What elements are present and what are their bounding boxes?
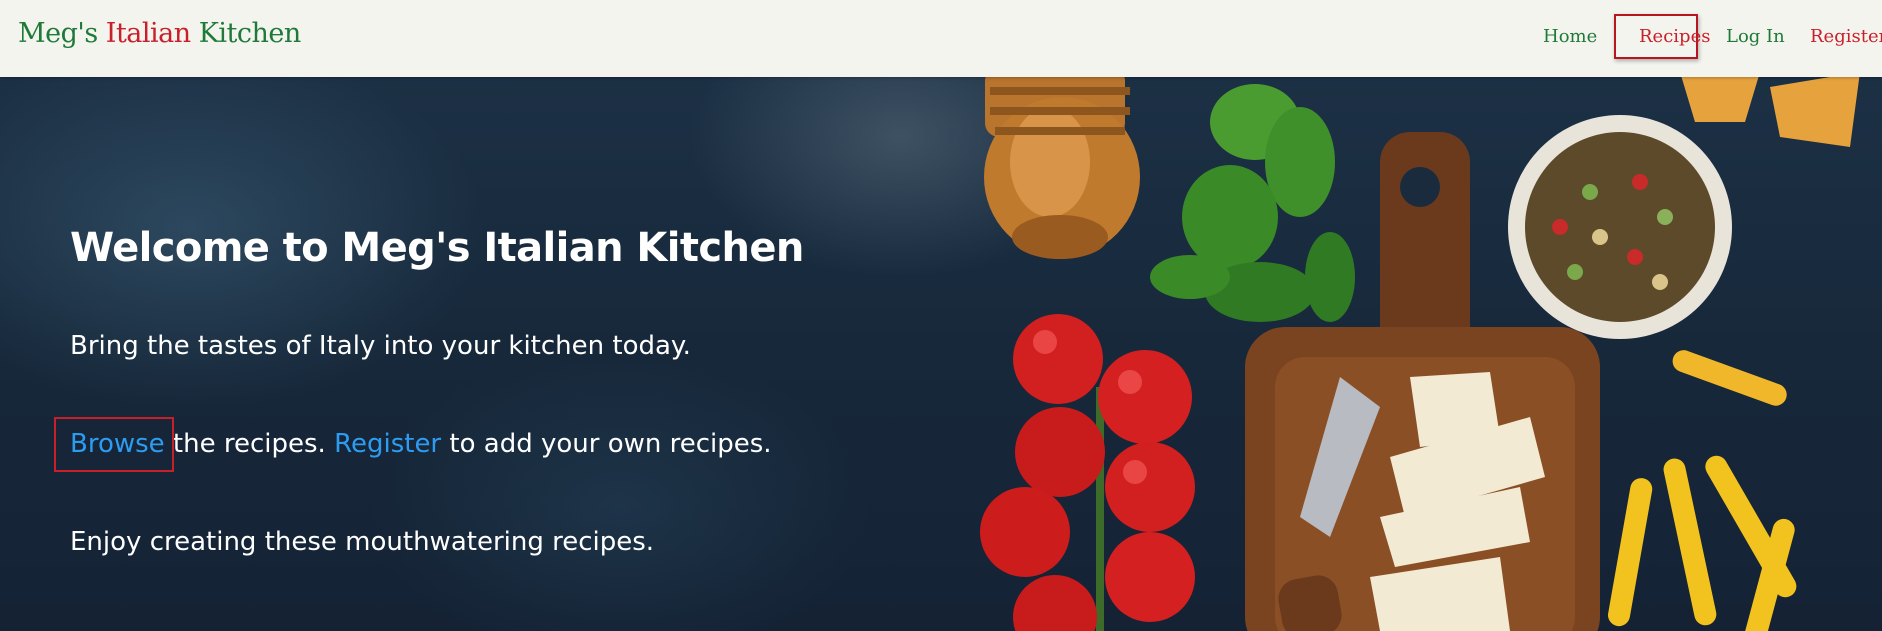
navbar: Meg's Italian Kitchen Home Recipes Log I…	[0, 0, 1882, 77]
brand-kitchen: Kitchen	[190, 18, 302, 49]
register-rest-text: to add your own recipes.	[441, 429, 772, 459]
brand-logo[interactable]: Meg's Italian Kitchen	[18, 18, 301, 49]
nav-register[interactable]: Register	[1810, 26, 1882, 47]
cherry-tomatoes-image	[980, 314, 1195, 631]
browse-rest-text: the recipes.	[164, 429, 335, 459]
brand-italian: Italian	[105, 18, 191, 49]
hero-section: Welcome to Meg's Italian Kitchen Bring t…	[0, 77, 1882, 631]
hero-title: Welcome to Meg's Italian Kitchen	[70, 225, 804, 271]
basil-leaves-image	[1150, 84, 1355, 322]
register-link[interactable]: Register	[334, 429, 441, 459]
pepper-mill-image	[984, 77, 1140, 259]
nav-recipes[interactable]: Recipes	[1639, 26, 1710, 47]
hero-subtitle: Bring the tastes of Italy into your kitc…	[70, 331, 691, 361]
browse-focus-outline	[54, 417, 174, 472]
hero-enjoy-text: Enjoy creating these mouthwatering recip…	[70, 527, 655, 557]
nav-home[interactable]: Home	[1543, 26, 1597, 47]
hero-links-line: Browse the recipes. Register to add your…	[70, 429, 772, 459]
peppercorn-bowl-image	[1508, 115, 1732, 339]
brand-megs: Meg's	[18, 18, 106, 49]
nav-login[interactable]: Log In	[1726, 26, 1785, 47]
